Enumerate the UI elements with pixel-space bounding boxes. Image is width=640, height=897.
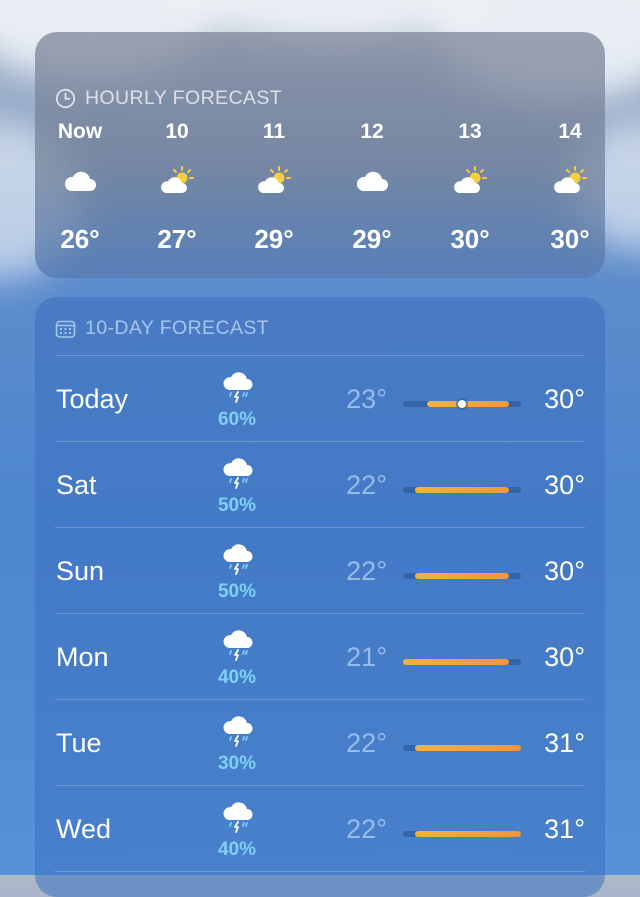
precipitation-chance: 50%: [217, 495, 257, 516]
cloud-rain-lightning-icon: [221, 542, 255, 576]
precipitation-chance: 40%: [217, 667, 257, 688]
day-forecast-row[interactable]: Today 60% 23° 30°: [35, 356, 605, 442]
day-forecast-row[interactable]: Sat 50% 22° 30°: [35, 442, 605, 528]
precipitation-chance: 50%: [217, 581, 257, 602]
hour-label: 13: [458, 120, 482, 143]
low-temperature: 22°: [346, 556, 387, 586]
hour-temperature: 30°: [450, 224, 490, 254]
high-temperature: 30°: [544, 384, 585, 414]
temperature-range-bar: [403, 487, 521, 493]
temperature-range-bar: [403, 659, 521, 665]
cloud-rain-lightning-icon: [221, 628, 255, 662]
temperature-range-fill: [403, 659, 510, 665]
temperature-range-bar: [403, 400, 521, 408]
day-label: Mon: [56, 642, 109, 672]
hour-temperature: 29°: [352, 224, 392, 254]
day-label: Today: [56, 384, 129, 414]
hour-temperature: 27°: [157, 224, 197, 254]
low-temperature: 21°: [346, 642, 387, 672]
day-label: Sat: [56, 470, 97, 500]
partly-sunny-icon: [159, 165, 195, 197]
hour-temperature: 29°: [254, 224, 294, 254]
low-temperature: 22°: [346, 728, 387, 758]
temperature-range-fill: [414, 573, 510, 579]
precipitation-chance: 40%: [217, 839, 257, 860]
hour-label: Now: [57, 120, 103, 143]
ten-day-forecast-card[interactable]: 10-DAY FORECAST Today 60% 23° 30° Sat 50% 22° 3…: [35, 297, 605, 897]
cloud-icon: [62, 165, 98, 197]
hourly-forecast-card[interactable]: HOURLY FORECAST Now 26° 10 27° 11 29° 12 29° 13 3…: [35, 32, 605, 278]
day-forecast-row[interactable]: Mon 40% 21° 30°: [35, 614, 605, 700]
hourly-forecast-header: HOURLY FORECAST: [55, 87, 282, 110]
ten-day-forecast-title: 10-DAY FORECAST: [85, 317, 270, 339]
day-forecast-row[interactable]: Wed 40% 22° 31°: [35, 786, 605, 872]
current-temperature-indicator: [458, 400, 466, 408]
low-temperature: 22°: [346, 470, 387, 500]
high-temperature: 31°: [544, 814, 585, 844]
partly-sunny-icon: [552, 165, 588, 197]
precipitation-chance: 30%: [217, 753, 257, 774]
hourly-forecast-title: HOURLY FORECAST: [85, 87, 283, 109]
temperature-range-fill: [414, 831, 521, 837]
hour-temperature: 26°: [60, 224, 100, 254]
high-temperature: 30°: [544, 642, 585, 672]
cloud-rain-lightning-icon: [221, 370, 255, 404]
cloud-icon: [354, 165, 390, 197]
temperature-range-fill: [414, 487, 510, 493]
cloud-rain-lightning-icon: [221, 456, 255, 490]
hour-temperature: 30°: [550, 224, 590, 254]
hour-label: 12: [360, 120, 384, 143]
clock-icon: [55, 88, 76, 109]
low-temperature: 23°: [346, 384, 387, 414]
cloud-rain-lightning-icon: [221, 714, 255, 748]
temperature-range-fill: [414, 745, 521, 751]
high-temperature: 31°: [544, 728, 585, 758]
partly-sunny-icon: [452, 165, 488, 197]
partly-sunny-icon: [256, 165, 292, 197]
row-divider: [55, 871, 585, 872]
ten-day-forecast-header: 10-DAY FORECAST: [55, 317, 269, 340]
day-label: Sun: [56, 556, 105, 586]
cloud-rain-lightning-icon: [221, 800, 255, 834]
temperature-range-bar: [403, 573, 521, 579]
precipitation-chance: 60%: [217, 409, 257, 430]
hour-label: 14: [558, 120, 582, 143]
day-label: Tue: [56, 728, 102, 758]
high-temperature: 30°: [544, 556, 585, 586]
low-temperature: 22°: [346, 814, 387, 844]
day-forecast-row[interactable]: Tue 30% 22° 31°: [35, 700, 605, 786]
temperature-range-bar: [403, 831, 521, 837]
calendar-icon: [55, 319, 76, 339]
hour-label: 11: [262, 120, 286, 143]
hour-label: 10: [165, 120, 189, 143]
temperature-range-fill: [426, 401, 510, 407]
day-forecast-row[interactable]: Sun 50% 22° 30°: [35, 528, 605, 614]
temperature-range-bar: [403, 745, 521, 751]
day-label: Wed: [56, 814, 112, 844]
high-temperature: 30°: [544, 470, 585, 500]
